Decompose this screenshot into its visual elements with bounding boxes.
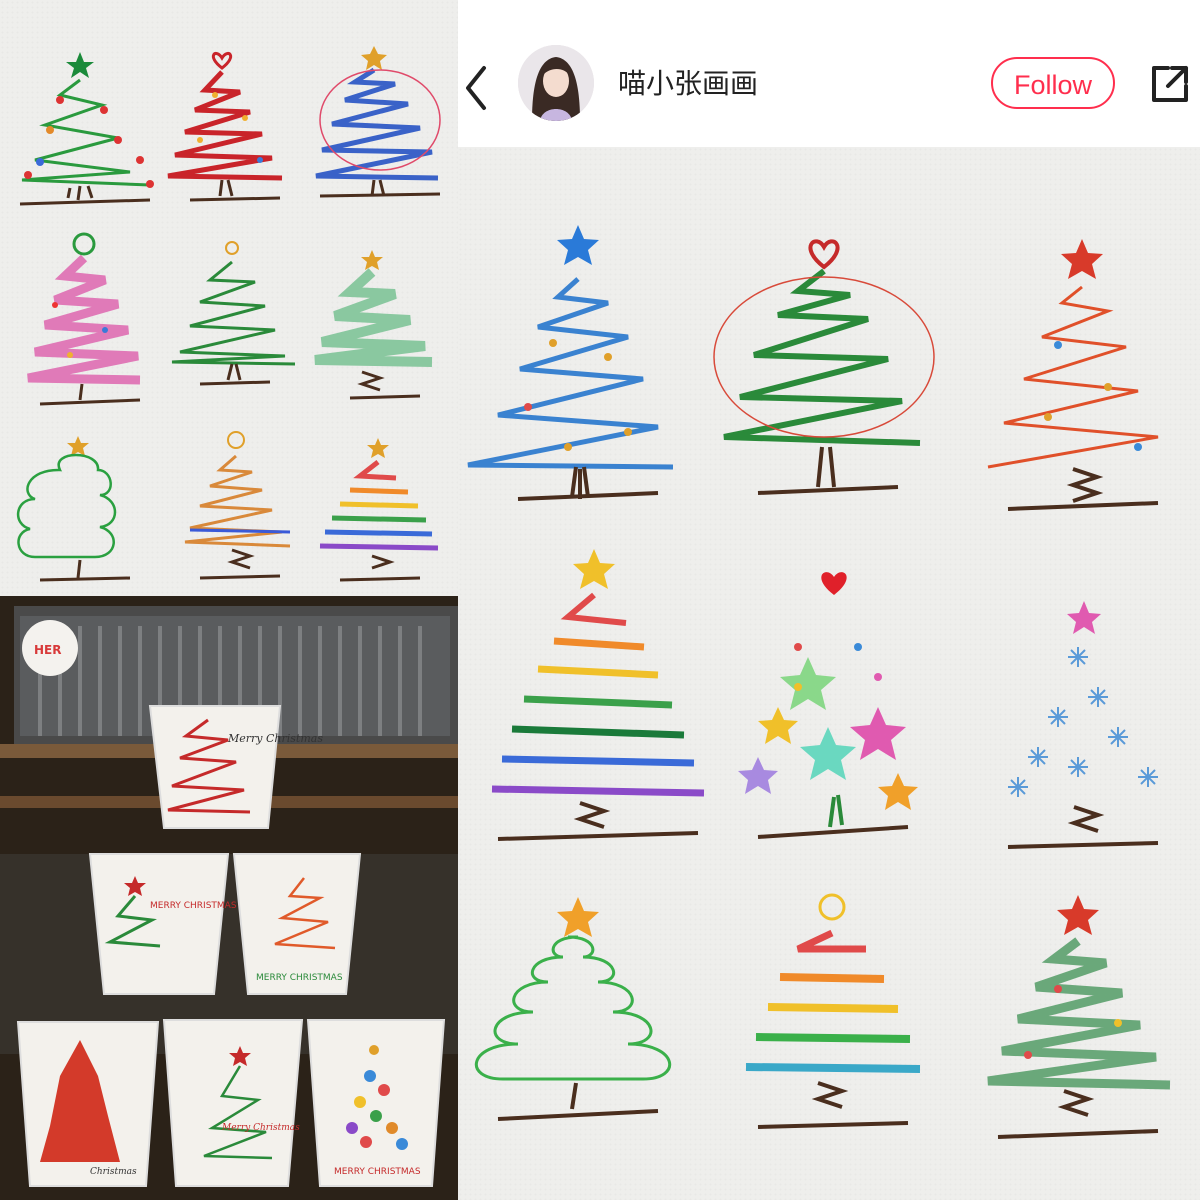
back-button[interactable] (458, 46, 498, 116)
cup-middle-left: MERRY CHRISTMAS (88, 853, 237, 995)
cup-middle-right: MERRY CHRISTMAS (232, 853, 362, 995)
tree-drawing-blue-waves (315, 46, 441, 198)
share-button[interactable] (1146, 60, 1194, 108)
cup-bottom-right: MERRY CHRISTMAS (306, 1019, 446, 1187)
tree-drawings-grid-small (0, 0, 458, 596)
username[interactable]: 喵小张画画 (618, 62, 758, 102)
svg-text:HER: HER (34, 643, 61, 657)
tree-drawing-rainbow-zigzag (745, 893, 921, 1129)
tree-drawing-rainbow-spiral-small (319, 438, 439, 582)
cup-bottom-left: Christmas (16, 1021, 160, 1187)
tree-drawing-blue-scribble (467, 225, 674, 501)
avatar[interactable] (518, 45, 594, 121)
post-view: 喵小张画画 Follow (458, 0, 1200, 1200)
tree-drawing-mint-tree (314, 250, 433, 400)
chevron-left-icon (466, 66, 486, 110)
tree-drawing-red-spiral (987, 239, 1159, 511)
tree-drawing-red-heart (167, 52, 283, 202)
tree-drawing-green-cloud (17, 436, 131, 582)
tree-drawing-pink-lollipop (27, 232, 141, 406)
cup-bottom-middle: Merry Christmas (162, 1019, 304, 1187)
post-image[interactable] (458, 147, 1200, 1200)
svg-text:MERRY CHRISTMAS: MERRY CHRISTMAS (150, 901, 237, 911)
tree-drawing-snowflakes (1007, 601, 1159, 849)
tree-drawing-pastel-stars (738, 572, 918, 839)
tree-drawing-green-layers (171, 241, 296, 386)
svg-text:MERRY CHRISTMAS: MERRY CHRISTMAS (256, 973, 343, 983)
svg-text:MERRY CHRISTMAS: MERRY CHRISTMAS (334, 1167, 421, 1177)
tree-drawing-rainbow-scallop (184, 431, 291, 580)
tree-drawing-green-heart (713, 239, 935, 495)
cups-photo: HER Merry Christmas MERRY CHRISTMAS MERR… (0, 596, 458, 1200)
tree-drawing-green-spiral (19, 52, 154, 206)
tree-drawing-sage-tree (987, 895, 1171, 1139)
tree-drawing-rainbow-spiral (491, 549, 705, 841)
her-sticker: HER (22, 620, 78, 676)
share-icon (1152, 66, 1188, 102)
tree-drawing-green-loops (474, 897, 672, 1121)
post-header: 喵小张画画 Follow (458, 0, 1200, 147)
svg-text:Merry Christmas: Merry Christmas (227, 732, 323, 745)
svg-text:Merry Christmas: Merry Christmas (221, 1123, 300, 1133)
follow-button[interactable]: Follow (991, 57, 1115, 109)
svg-text:Christmas: Christmas (90, 1167, 137, 1177)
